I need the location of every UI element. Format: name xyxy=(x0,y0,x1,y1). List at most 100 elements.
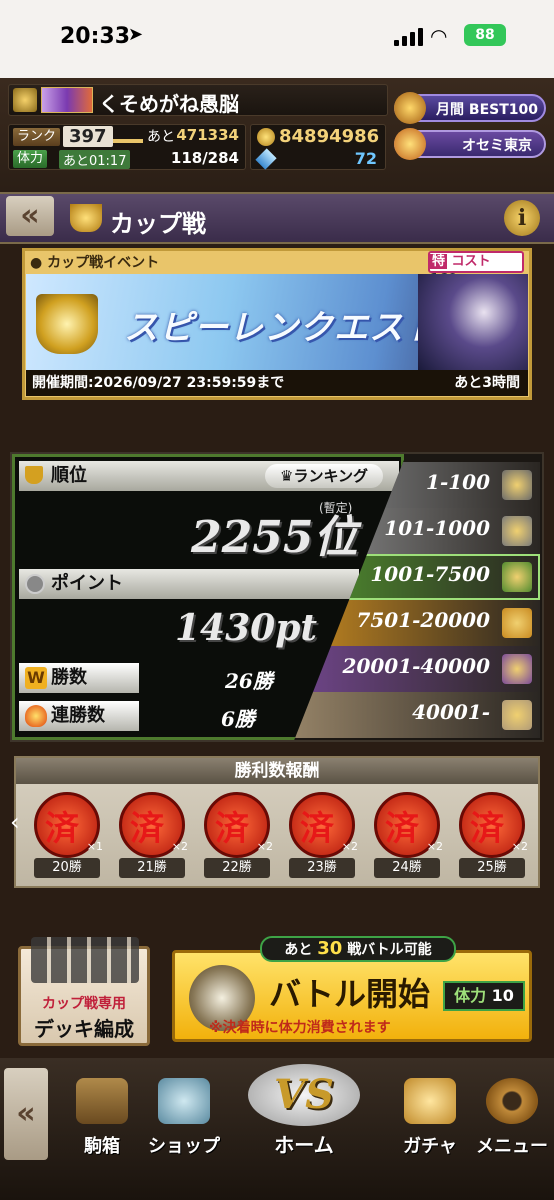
trophy-icon xyxy=(36,294,98,354)
info-button[interactable]: i xyxy=(504,200,540,236)
player-name: くそめがね愚脳 xyxy=(99,92,239,116)
back-button[interactable]: « xyxy=(6,196,54,236)
tier-emblem-icon xyxy=(502,700,532,730)
wins-value: 26勝 xyxy=(225,669,273,693)
tier-row: 1-100 xyxy=(380,462,540,508)
reward-label: 23勝 xyxy=(289,858,355,878)
point-value: 1430pt xyxy=(175,607,317,649)
event-period: 開催期間:2026/09/27 23:59:59まで xyxy=(32,375,285,391)
reward-qty: ×2 xyxy=(256,840,273,853)
reward-label: 24勝 xyxy=(374,858,440,878)
team-button[interactable]: オセミ東京 xyxy=(394,128,546,160)
cellular-signal-icon xyxy=(394,28,424,46)
battery-icon: 88 xyxy=(464,24,506,46)
rewards-scroll-left-icon[interactable]: ‹ xyxy=(10,808,24,836)
reward-qty: ×2 xyxy=(341,840,358,853)
cards-icon xyxy=(31,937,139,983)
reward-item[interactable]: 済 ×2 xyxy=(289,792,358,858)
claimed-stamp: 済 xyxy=(300,809,334,849)
flame-icon xyxy=(25,705,47,727)
tier-emblem-icon xyxy=(502,654,532,684)
battle-label: バトル開始 xyxy=(269,975,430,1013)
status-bar: 20:33 ➤ ◠ 88 xyxy=(0,0,554,78)
monthly-best-button[interactable]: 月間 BEST100 xyxy=(394,92,546,124)
reward-qty: ×2 xyxy=(426,840,443,853)
tier-range: 40001- xyxy=(412,700,490,724)
nav-gacha[interactable]: ガチャ xyxy=(388,1072,472,1158)
reward-item[interactable]: 済 ×1 xyxy=(34,792,103,858)
rank-box: ランク 397 あと 471334 体力 あと01:17 118/284 xyxy=(8,124,246,170)
reward-qty: ×2 xyxy=(511,840,528,853)
event-period-bar: 開催期間:2026/09/27 23:59:59まで あと3時間 xyxy=(26,370,528,396)
reward-label: 21勝 xyxy=(119,858,185,878)
gacha-icon xyxy=(404,1078,456,1124)
rank-value: 397 xyxy=(63,126,113,147)
potion-icon xyxy=(158,1078,210,1124)
avatar xyxy=(41,87,93,113)
reward-item[interactable]: 済 ×2 xyxy=(119,792,188,858)
player-name-bar[interactable]: くそめがね愚脳 xyxy=(8,84,388,116)
title-bar: カップ戦 xyxy=(0,192,554,244)
gear-icon xyxy=(486,1078,538,1124)
gem-icon xyxy=(255,148,277,170)
ranking-button[interactable]: ♛ランキング xyxy=(265,464,383,488)
wins-label-bar: W 勝数 xyxy=(19,663,139,693)
tier-range: 101-1000 xyxy=(384,516,490,540)
win-rewards-panel: 勝利数報酬 ‹ 済 ×1 20勝 済 ×2 21勝 済 ×2 22勝 済 ×2 23勝 済 ×2 24勝 済 ×… xyxy=(10,756,540,888)
deck-edit-button[interactable]: カップ戦専用 デッキ編成 xyxy=(18,937,150,1046)
deck-label-1: カップ戦専用 xyxy=(42,996,126,1012)
nav-back-button[interactable]: « xyxy=(4,1068,48,1160)
reward-qty: ×1 xyxy=(86,840,103,853)
vs-icon: VS xyxy=(248,1064,360,1126)
battle-stamina-badge: 体力 10 xyxy=(443,981,525,1011)
tier-emblem-icon xyxy=(502,470,532,500)
reward-item[interactable]: 済 ×2 xyxy=(204,792,273,858)
nav-home[interactable]: VS ホーム xyxy=(228,1060,380,1158)
stamina-timer: あと01:17 xyxy=(59,150,131,169)
reward-label: 25勝 xyxy=(459,858,525,878)
page-title: カップ戦 xyxy=(110,210,206,238)
reward-item[interactable]: 済 ×2 xyxy=(374,792,443,858)
character-portrait xyxy=(418,274,528,370)
clock: 20:33 xyxy=(60,24,131,49)
tier-range: 7501-20000 xyxy=(356,608,490,632)
stamina-value: 118/284 xyxy=(170,149,239,167)
wifi-icon: ◠ xyxy=(430,24,448,48)
rewards-title-bar: 勝利数報酬 xyxy=(16,758,538,784)
tier-range: 20001-40000 xyxy=(342,654,490,678)
tier-emblem-icon xyxy=(502,608,532,638)
exp-remaining: 471334 xyxy=(176,126,239,144)
battle-start-button[interactable]: バトル開始 ※決着時に体力消費されます 体力 10 xyxy=(172,950,532,1042)
w-icon: W xyxy=(25,667,47,689)
tier-range: 1001-7500 xyxy=(370,562,490,586)
trophy-icon xyxy=(394,92,426,124)
claimed-stamp: 済 xyxy=(45,809,79,849)
rank-value: 2255位 xyxy=(191,512,358,563)
chest-icon xyxy=(76,1078,128,1124)
exp-label: あと xyxy=(147,129,175,145)
reward-item[interactable]: 済 ×2 xyxy=(459,792,528,858)
event-banner[interactable]: スピーレンクエスト杯 xyxy=(26,274,528,370)
rank-label: ランク xyxy=(13,128,61,146)
tier-emblem-icon xyxy=(502,562,532,592)
trophy-icon xyxy=(25,466,43,484)
tier-emblem-icon xyxy=(502,516,532,546)
nav-shop[interactable]: ショップ xyxy=(142,1072,226,1158)
reward-qty: ×2 xyxy=(171,840,188,853)
cost-badge: 特 コスト 160 xyxy=(428,251,524,287)
currency-box: 84894986 72 xyxy=(250,124,386,170)
nav-menu[interactable]: メニュー xyxy=(470,1072,554,1158)
cup-icon xyxy=(70,204,102,232)
coin-icon xyxy=(257,128,275,146)
nav-komabako[interactable]: 駒箱 xyxy=(60,1072,144,1158)
event-remaining: あと3時間 xyxy=(454,375,520,391)
stamina-label: 体力 xyxy=(13,150,48,168)
coin-count: 84894986 xyxy=(279,126,380,147)
deck-label-2: デッキ編成 xyxy=(34,1017,134,1041)
reward-label: 20勝 xyxy=(34,858,100,878)
exp-bar xyxy=(113,139,143,143)
claimed-stamp: 済 xyxy=(470,809,504,849)
battle-note: ※決着時に体力消費されます xyxy=(209,1020,391,1036)
claimed-stamp: 済 xyxy=(130,809,164,849)
tier-range: 1-100 xyxy=(426,470,490,494)
